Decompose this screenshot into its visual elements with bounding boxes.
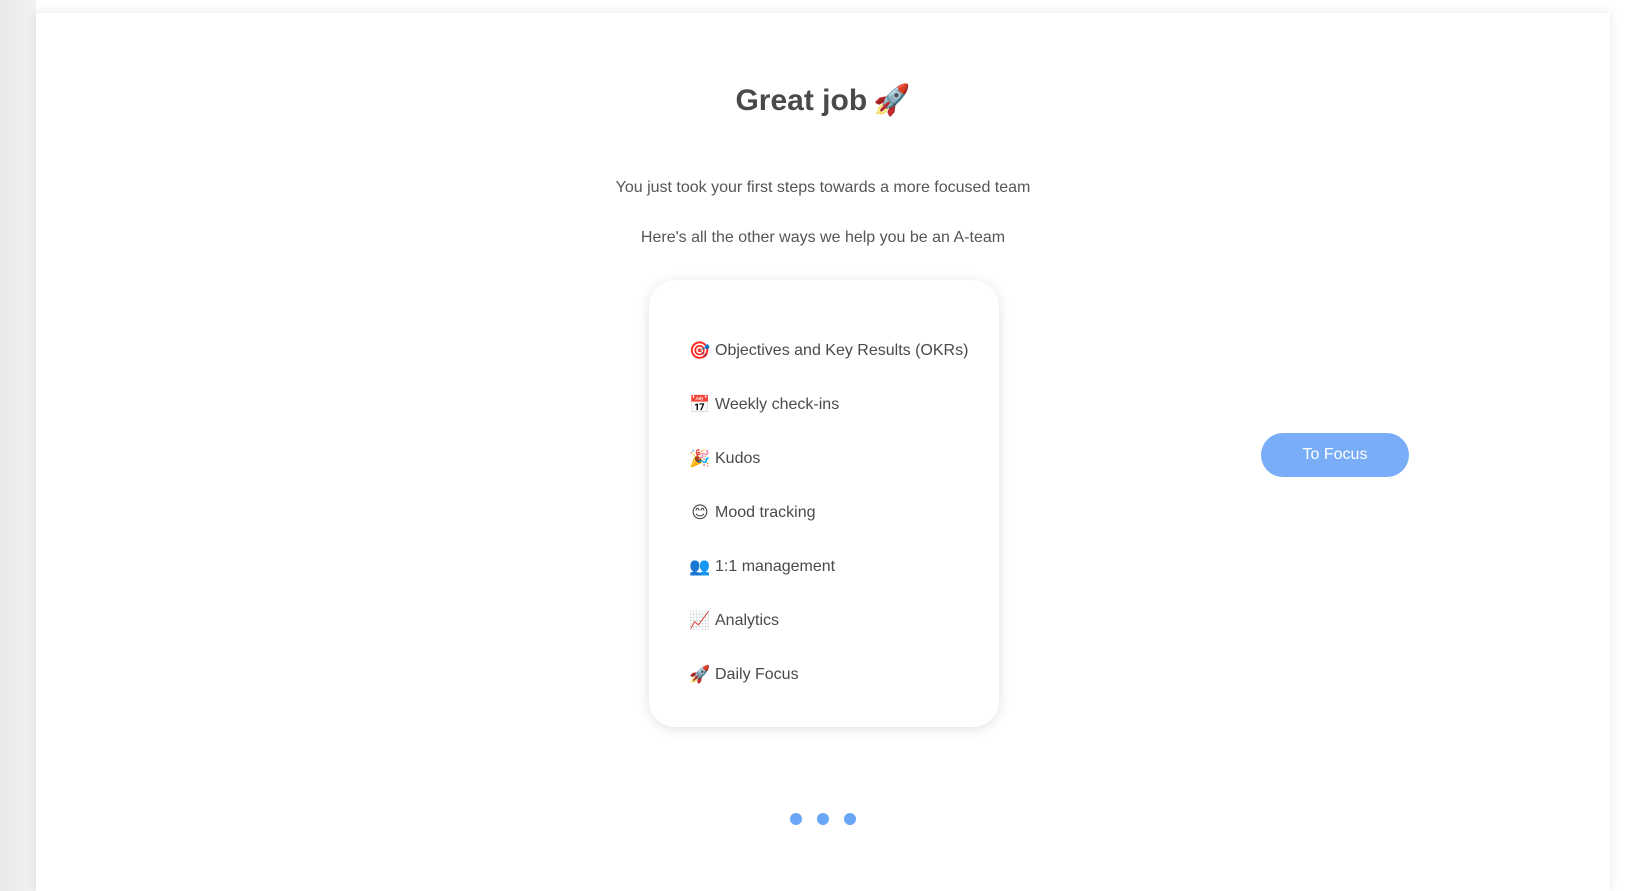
feature-label: Objectives and Key Results (OKRs): [715, 342, 969, 359]
feature-label: 1:1 management: [715, 558, 836, 575]
chart-up-icon: 📈: [689, 611, 711, 630]
feature-label: Analytics: [715, 612, 780, 629]
rocket-icon: 🚀: [689, 665, 711, 684]
pagination-dot-3[interactable]: [844, 813, 856, 825]
people-icon: 👥: [689, 557, 711, 576]
onboarding-modal: Great job 🚀 You just took your first step…: [36, 13, 1610, 891]
features-card: 🎯 Objectives and Key Results (OKRs) 📅 We…: [649, 280, 999, 727]
party-popper-icon: 🎉: [689, 449, 711, 468]
subtitle-other-ways: Here's all the other ways we help you be…: [640, 229, 1006, 246]
subtitle-first-steps: You just took your first steps towards a…: [615, 179, 1031, 196]
feature-item-one-on-one: 👥 1:1 management: [689, 540, 999, 594]
calendar-icon: 📅: [689, 395, 711, 414]
to-focus-button[interactable]: To Focus: [1261, 433, 1409, 477]
smiley-icon: 😊: [691, 503, 709, 522]
feature-item-okrs: 🎯 Objectives and Key Results (OKRs): [689, 324, 999, 378]
pagination-dot-1[interactable]: [790, 813, 802, 825]
target-icon: 🎯: [689, 341, 711, 360]
pagination-dots: [36, 813, 1610, 825]
feature-label: Mood tracking: [715, 504, 816, 521]
rocket-icon: 🚀: [873, 84, 911, 117]
feature-item-kudos: 🎉 Kudos: [689, 432, 999, 486]
pagination-dot-2[interactable]: [817, 813, 829, 825]
title-text: Great job: [735, 84, 868, 117]
page-title: Great job 🚀: [36, 83, 1610, 118]
feature-label: Weekly check-ins: [715, 396, 840, 413]
feature-item-analytics: 📈 Analytics: [689, 594, 999, 648]
feature-label: Daily Focus: [715, 666, 799, 683]
feature-item-mood-tracking: 😊 Mood tracking: [689, 486, 999, 540]
feature-item-weekly-check-ins: 📅 Weekly check-ins: [689, 378, 999, 432]
feature-label: Kudos: [715, 450, 761, 467]
feature-item-daily-focus: 🚀 Daily Focus: [689, 648, 999, 702]
